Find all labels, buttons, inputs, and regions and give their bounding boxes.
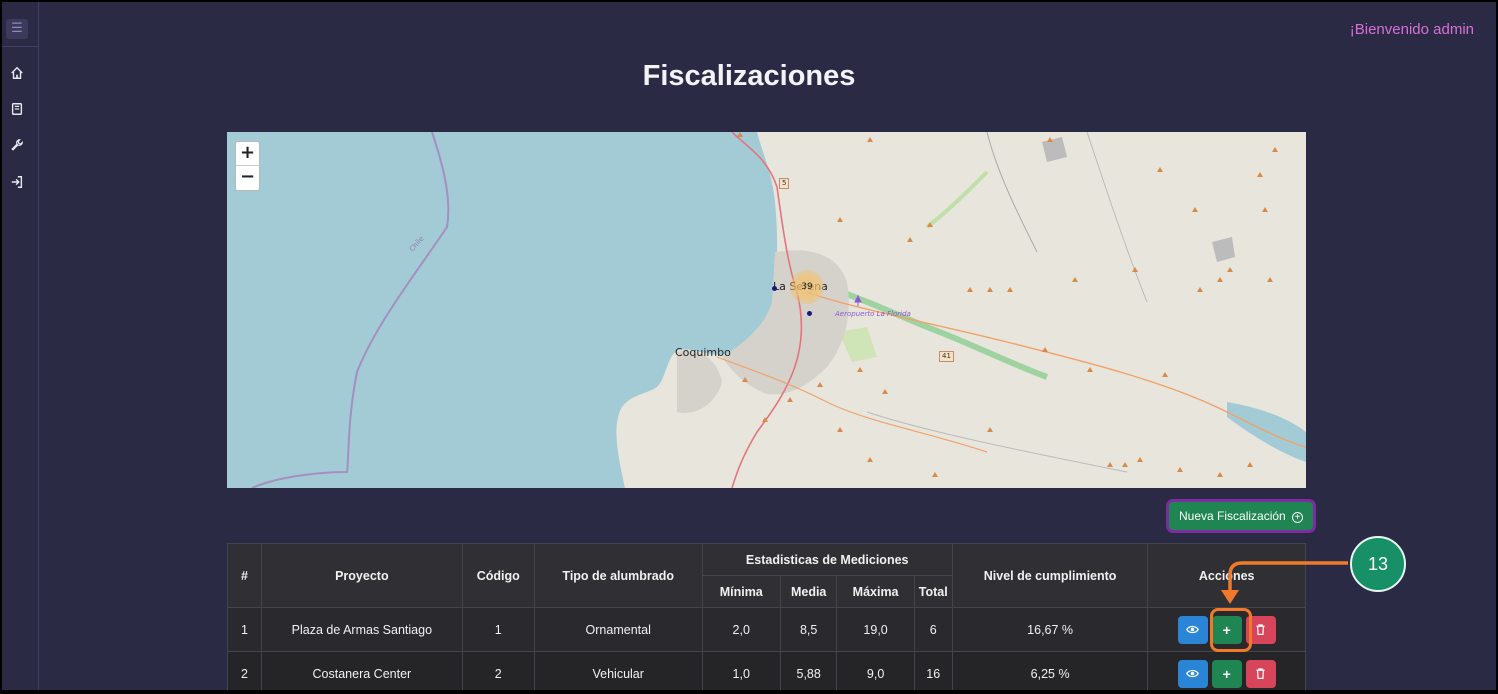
cell-mean: 8,5 <box>779 607 838 652</box>
view-button[interactable] <box>1177 659 1208 688</box>
app-frame: ☰ ¡Bienvenido admin Fiscalizaciones + − … <box>2 2 1496 690</box>
view-button[interactable] <box>1177 615 1208 644</box>
wrench-icon[interactable] <box>8 136 26 154</box>
cell-mean: 5,88 <box>779 651 838 690</box>
cell-num: 2 <box>227 651 262 690</box>
col-project: Proyecto <box>260 543 463 608</box>
cell-total: 16 <box>913 651 953 690</box>
trash-icon <box>1256 667 1265 679</box>
col-code: Código <box>461 543 535 608</box>
eye-icon <box>1186 625 1200 633</box>
cell-actions: + <box>1147 651 1306 690</box>
col-num: # <box>227 543 262 608</box>
cell-max: 9,0 <box>836 651 915 690</box>
col-max: Máxima <box>836 575 915 608</box>
map-label-airport: Aeropuerto La Florida <box>835 310 911 318</box>
route-badge: 41 <box>939 351 954 362</box>
col-min: Mínima <box>701 575 781 608</box>
cell-min: 2,0 <box>701 607 781 652</box>
table-row: 2 Costanera Center 2 Vehicular 1,0 5,88 … <box>227 651 1306 690</box>
annotation-highlight <box>1210 608 1252 652</box>
col-compliance: Nivel de cumplimiento <box>951 543 1149 608</box>
trash-icon <box>1256 623 1265 635</box>
zoom-control: + − <box>235 141 260 191</box>
col-actions: Acciones <box>1147 543 1306 608</box>
sidebar: ☰ <box>2 2 39 690</box>
marker-cluster[interactable]: 39 <box>794 274 820 300</box>
cell-total: 6 <box>913 607 953 652</box>
cell-min: 1,0 <box>701 651 781 690</box>
cell-max: 19,0 <box>836 607 915 652</box>
cell-project: Costanera Center <box>260 651 463 690</box>
inspections-table: # Proyecto Código Tipo de alumbrado Esta… <box>227 543 1306 690</box>
book-icon[interactable] <box>8 100 26 118</box>
col-total: Total <box>913 575 953 608</box>
cell-compliance: 6,25 % <box>951 651 1149 690</box>
cell-project: Plaza de Armas Santiago <box>260 607 463 652</box>
plus-circle-icon: + <box>1292 512 1304 523</box>
add-measurement-button[interactable]: + <box>1211 659 1242 688</box>
cell-code: 2 <box>461 651 535 690</box>
zoom-in-button[interactable]: + <box>236 142 259 166</box>
cell-compliance: 16,67 % <box>951 607 1149 652</box>
route-badge: 5 <box>779 178 790 189</box>
eye-icon <box>1186 669 1200 677</box>
welcome-message[interactable]: ¡Bienvenido admin <box>1350 21 1474 38</box>
map-label-coquimbo: Coquimbo <box>675 346 731 359</box>
map-marker[interactable] <box>807 311 812 316</box>
cell-type: Ornamental <box>533 607 703 652</box>
new-inspection-button[interactable]: Nueva Fiscalización + <box>1169 502 1314 530</box>
map[interactable]: + − Chile Coquimbo La Serena Aeropuerto … <box>227 132 1306 488</box>
col-stats: Estadisticas de Mediciones <box>701 543 953 576</box>
col-mean: Media <box>779 575 838 608</box>
page-title: Fiscalizaciones <box>642 60 856 92</box>
sidebar-divider <box>2 46 39 47</box>
col-lighting-type: Tipo de alumbrado <box>533 543 703 608</box>
map-tiles <box>227 132 1306 488</box>
cell-code: 1 <box>461 607 535 652</box>
delete-button[interactable] <box>1245 659 1276 688</box>
step-callout: 13 <box>1350 536 1406 592</box>
logout-icon[interactable] <box>8 173 26 191</box>
zoom-out-button[interactable]: − <box>236 166 259 190</box>
new-inspection-label: Nueva Fiscalización <box>1179 509 1286 523</box>
map-marker[interactable] <box>772 286 777 291</box>
menu-toggle-icon[interactable]: ☰ <box>6 19 28 39</box>
cell-type: Vehicular <box>533 651 703 690</box>
table-row: 1 Plaza de Armas Santiago 1 Ornamental 2… <box>227 607 1306 652</box>
cell-num: 1 <box>227 607 262 652</box>
